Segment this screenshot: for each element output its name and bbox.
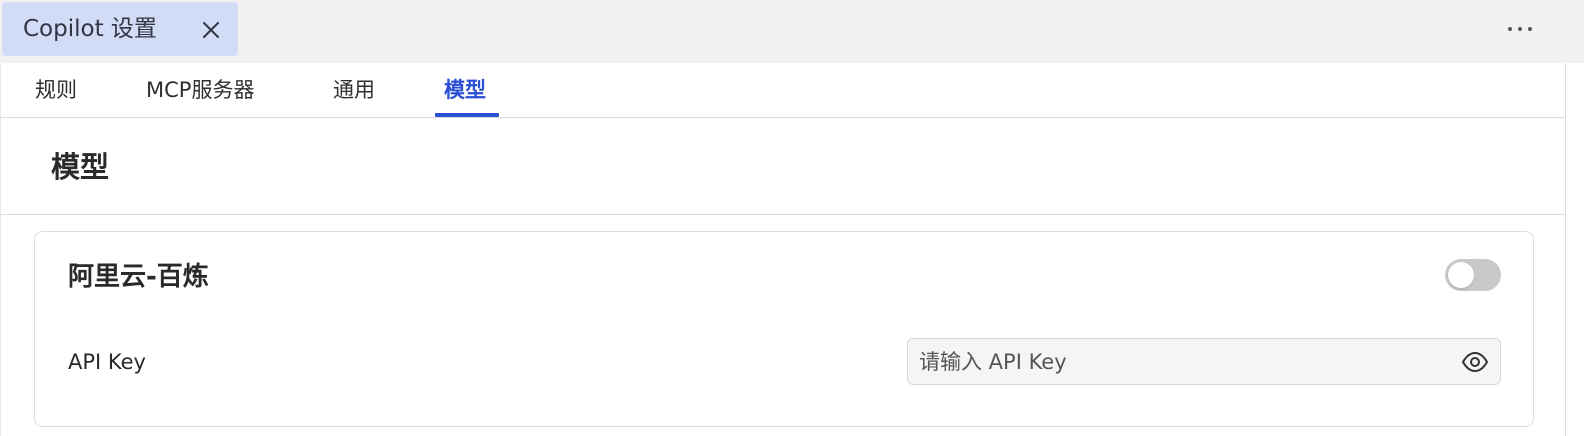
close-icon[interactable] (199, 18, 223, 42)
tab-mcp-servers[interactable]: MCP服务器 (146, 76, 254, 104)
api-key-field (907, 338, 1501, 385)
page-title: 模型 (51, 150, 110, 184)
provider-enable-toggle[interactable] (1445, 259, 1501, 291)
scroll-gutter (1565, 63, 1566, 436)
settings-tabs: 规则 MCP服务器 通用 模型 (0, 63, 1566, 118)
editor-tab-title: Copilot 设置 (23, 16, 157, 42)
copilot-settings-window: Copilot 设置 规则 MCP服务器 通用 模型 模型 阿里云-百炼 API… (0, 0, 1584, 436)
api-key-input[interactable] (908, 339, 1448, 384)
editor-tab-bar: Copilot 设置 (0, 0, 1584, 63)
provider-title: 阿里云-百炼 (68, 262, 209, 292)
more-horizontal-icon[interactable] (1505, 16, 1537, 44)
toggle-knob (1448, 262, 1474, 288)
api-key-label: API Key (68, 350, 146, 374)
tab-rules[interactable]: 规则 (35, 76, 77, 104)
tab-models[interactable]: 模型 (444, 76, 486, 104)
editor-tab-copilot-settings[interactable]: Copilot 设置 (2, 2, 238, 56)
section-header: 模型 (0, 118, 1566, 215)
provider-card-aliyun-bailian: 阿里云-百炼 API Key (34, 231, 1534, 427)
tab-general[interactable]: 通用 (333, 76, 375, 104)
active-tab-indicator (435, 113, 499, 117)
eye-icon[interactable] (1460, 349, 1490, 375)
